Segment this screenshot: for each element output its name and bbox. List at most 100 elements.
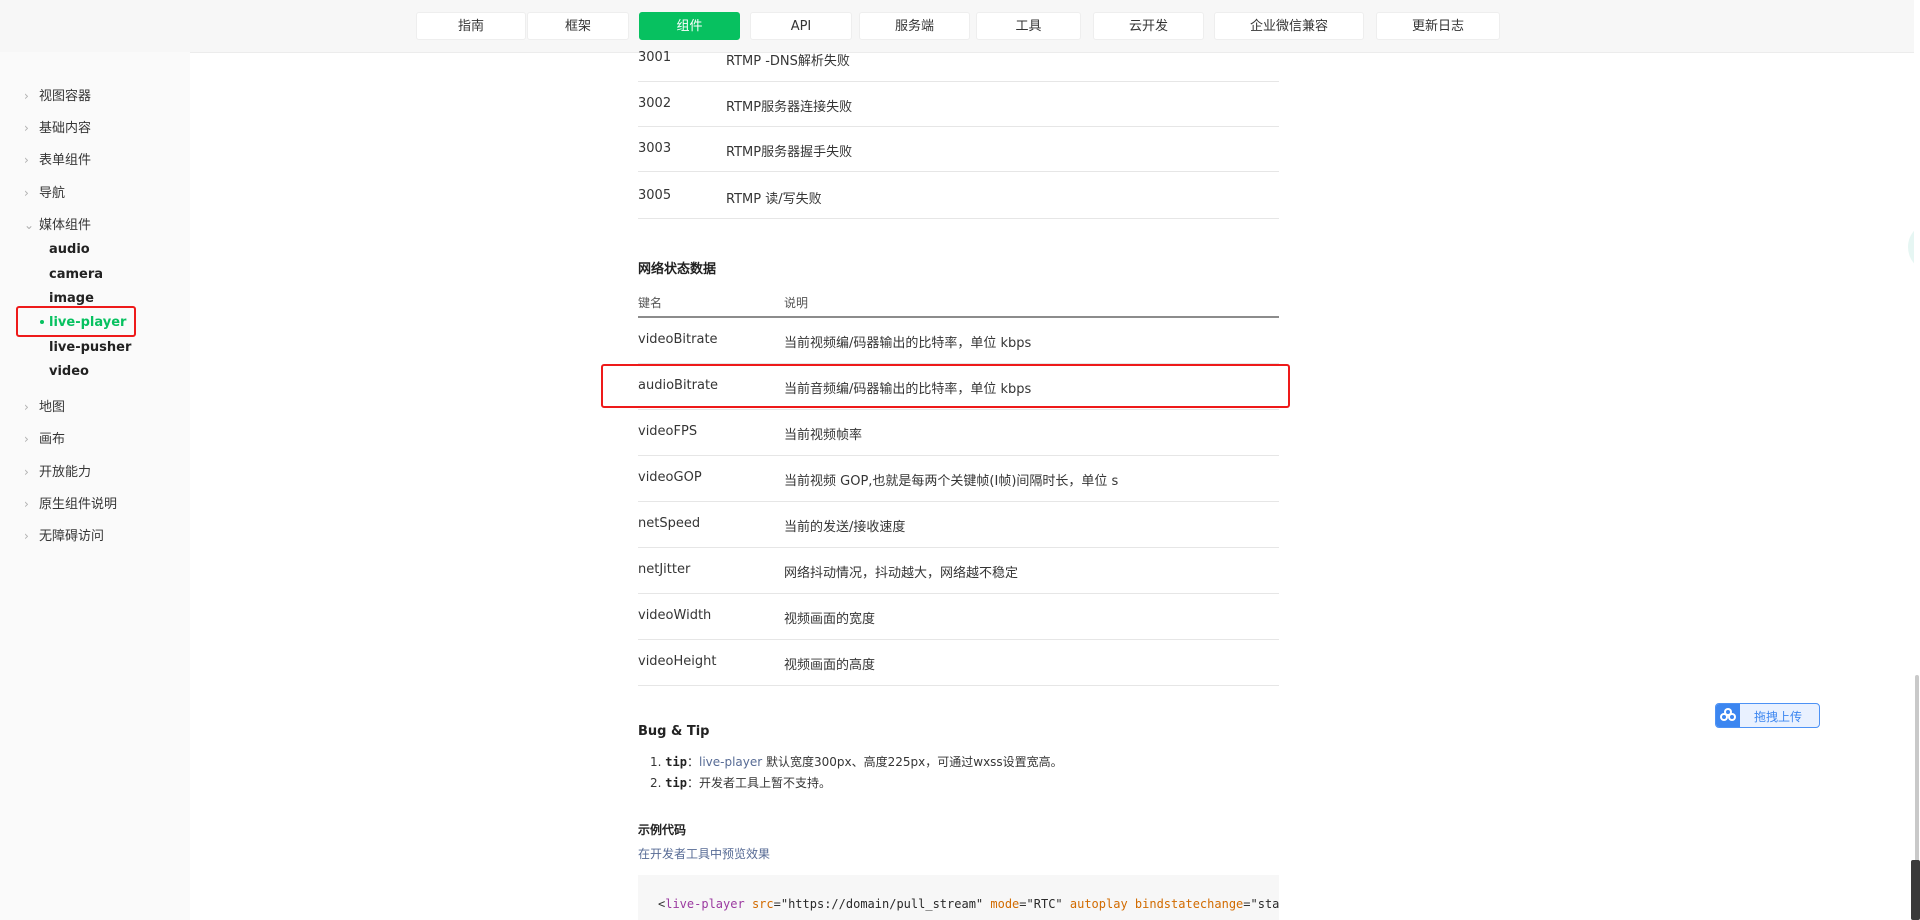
sidebar-item-label: 基础内容	[39, 121, 92, 136]
list-item: 2. tip：开发者工具上暂不支持。	[650, 774, 831, 791]
sidebar-item-label: 媒体组件	[39, 218, 92, 233]
separator: ：	[686, 776, 699, 790]
chevron-right-icon: ›	[24, 432, 29, 446]
status-desc: 当前的发送/接收速度	[784, 520, 906, 535]
table-row: videoWidth 视频画面的宽度	[638, 594, 1279, 640]
error-code: 3002	[638, 96, 672, 111]
sidebar-item-basic-content[interactable]: › 基础内容	[24, 117, 91, 139]
sidebar-item-label: 原生组件说明	[39, 497, 118, 512]
tab-tools[interactable]: 工具	[976, 12, 1081, 40]
cloud-upload-icon	[1716, 704, 1740, 727]
tab-api[interactable]: API	[750, 12, 852, 40]
status-key: videoBitrate	[638, 332, 718, 347]
sidebar-item-form[interactable]: › 表单组件	[24, 149, 91, 171]
tab-cloud[interactable]: 云开发	[1093, 12, 1204, 40]
table-row: videoFPS 当前视频帧率	[638, 410, 1279, 456]
code-attr: bindstatechange	[1127, 897, 1244, 911]
sidebar-item-accessibility[interactable]: › 无障碍访问	[24, 525, 104, 547]
sidebar-subitem-camera[interactable]: camera	[49, 265, 103, 285]
sidebar-subitem-live-pusher[interactable]: live-pusher	[49, 338, 131, 358]
error-desc: RTMP 读/写失败	[726, 192, 822, 207]
status-desc: 视频画面的高度	[784, 658, 876, 673]
drag-upload-button[interactable]: 拖拽上传	[1715, 703, 1820, 728]
sidebar-subitem-audio[interactable]: audio	[49, 240, 90, 260]
table-row: 3003 RTMP服务器握手失败	[638, 127, 1279, 172]
status-key: videoFPS	[638, 424, 698, 439]
sidebar-item-view-container[interactable]: › 视图容器	[24, 85, 91, 107]
chevron-right-icon: ›	[24, 529, 29, 543]
section-title-bug-tip: Bug & Tip	[638, 724, 710, 739]
list-item: 1. tip：live-player 默认宽度300px、高度225px，可通过…	[650, 753, 1063, 770]
table-row: 3001 RTMP -DNS解析失败	[638, 37, 1279, 82]
sidebar-item-label: 地图	[39, 400, 66, 415]
error-desc: RTMP服务器连接失败	[726, 100, 853, 115]
tab-changelog[interactable]: 更新日志	[1376, 12, 1500, 40]
tab-guide[interactable]: 指南	[416, 12, 526, 40]
code-string: "RTC"	[1026, 897, 1063, 911]
sidebar-item-label: 无障碍访问	[39, 529, 105, 544]
table-row: videoBitrate 当前视频编/码器输出的比特率，单位 kbps	[638, 318, 1279, 364]
sidebar-subitem-video[interactable]: video	[49, 362, 89, 382]
column-header-key: 键名	[638, 296, 663, 310]
side-toolbar-handle[interactable]	[1911, 860, 1920, 920]
sidebar-item-native-components[interactable]: › 原生组件说明	[24, 493, 117, 515]
section-title-net-status: 网络状态数据	[638, 262, 717, 277]
chevron-right-icon: ›	[24, 465, 29, 479]
tab-framework[interactable]: 框架	[527, 12, 629, 40]
tip-text: 开发者工具上暂不支持。	[698, 776, 831, 790]
code-attr: src	[744, 897, 774, 911]
status-desc: 当前视频 GOP,也就是每两个关键帧(I帧)间隔时长，单位 s	[784, 474, 1119, 489]
status-key: netJitter	[638, 562, 691, 577]
status-desc: 当前视频帧率	[784, 428, 863, 443]
code-token: =	[773, 897, 781, 911]
code-attr: mode	[983, 897, 1020, 911]
sidebar-item-open-ability[interactable]: › 开放能力	[24, 461, 91, 483]
tab-components[interactable]: 组件	[639, 12, 740, 40]
list-number: 2.	[650, 776, 662, 790]
list-number: 1.	[650, 755, 662, 769]
preview-in-devtools-link[interactable]: 在开发者工具中预览效果	[638, 845, 770, 862]
sidebar-item-label: 画布	[39, 432, 66, 447]
status-desc: 网络抖动情况，抖动越大，网络越不稳定	[784, 566, 1019, 581]
status-key: videoHeight	[638, 654, 717, 669]
component-link[interactable]: live-player	[699, 755, 762, 769]
error-desc: RTMP -DNS解析失败	[726, 54, 850, 69]
status-desc: 当前视频编/码器输出的比特率，单位 kbps	[784, 336, 1032, 351]
sidebar-item-canvas[interactable]: › 画布	[24, 428, 65, 450]
table-row: videoHeight 视频画面的高度	[638, 640, 1279, 686]
chevron-right-icon: ›	[24, 186, 29, 200]
sidebar-item-media[interactable]: ⌄ 媒体组件	[24, 214, 91, 236]
inline-code: tip	[665, 776, 687, 790]
scrollbar-thumb[interactable]	[1915, 675, 1919, 875]
separator: ：	[686, 755, 699, 769]
chevron-right-icon: ›	[24, 153, 29, 167]
tip-text: 默认宽度300px、高度225px，可通过wxss设置宽高。	[762, 755, 1063, 769]
chevron-right-icon: ›	[24, 89, 29, 103]
chevron-right-icon: ›	[24, 497, 29, 511]
table-row: netSpeed 当前的发送/接收速度	[638, 502, 1279, 548]
code-attr: autoplay	[1062, 897, 1128, 911]
error-code: 3001	[638, 50, 672, 65]
chevron-right-icon: ›	[24, 121, 29, 135]
chevron-down-icon: ⌄	[24, 218, 35, 232]
tab-wecom[interactable]: 企业微信兼容	[1214, 12, 1364, 40]
code-line: <live-player src="https://domain/pull_st…	[658, 897, 1279, 911]
status-key: videoWidth	[638, 608, 712, 623]
status-key: videoGOP	[638, 470, 702, 485]
highlight-box	[601, 364, 1290, 408]
table-header: 键名 说明	[638, 286, 1279, 318]
chevron-right-icon: ›	[24, 400, 29, 414]
sidebar-item-map[interactable]: › 地图	[24, 396, 65, 418]
sidebar-item-navigation[interactable]: › 导航	[24, 182, 65, 204]
table-row: netJitter 网络抖动情况，抖动越大，网络越不稳定	[638, 548, 1279, 594]
code-token: =	[1243, 897, 1251, 911]
error-code: 3003	[638, 141, 672, 156]
tab-server[interactable]: 服务端	[859, 12, 970, 40]
code-token: =	[1019, 897, 1027, 911]
code-string: "https://domain/pull_stream"	[780, 897, 984, 911]
code-string: "statechange	[1250, 897, 1280, 911]
sidebar-item-label: 表单组件	[39, 153, 92, 168]
sidebar-item-label: 开放能力	[39, 465, 92, 480]
status-desc: 视频画面的宽度	[784, 612, 876, 627]
status-key: netSpeed	[638, 516, 701, 531]
